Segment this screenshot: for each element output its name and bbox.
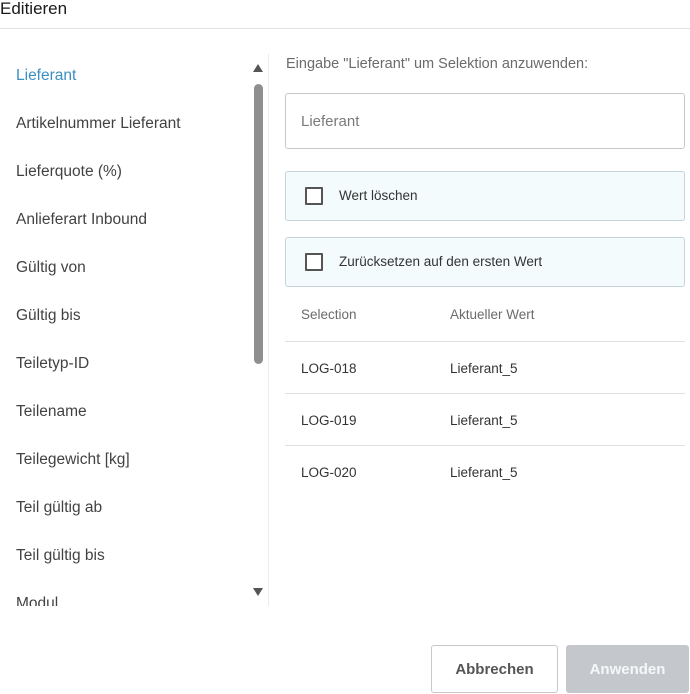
triangle-up-icon[interactable]	[253, 64, 263, 72]
field-item-teiletyp-id[interactable]: Teiletyp-ID	[16, 342, 246, 390]
table-row[interactable]: LOG-019 Lieferant_5	[285, 394, 685, 446]
checkbox-empty-icon[interactable]	[305, 187, 323, 205]
field-item-gueltig-bis[interactable]: Gültig bis	[16, 294, 246, 342]
selection-hint: Eingabe "Lieferant" um Selektion anzuwen…	[286, 56, 589, 72]
cell-current-value: Lieferant_5	[450, 465, 518, 480]
table-row[interactable]: LOG-020 Lieferant_5	[285, 446, 685, 498]
cancel-button[interactable]: Abbrechen	[431, 645, 558, 693]
field-item-gueltig-von[interactable]: Gültig von	[16, 246, 246, 294]
field-item-modul[interactable]: Modul	[16, 582, 246, 606]
lieferant-input-box[interactable]	[285, 93, 685, 149]
dialog-title: Editieren	[0, 0, 68, 18]
cell-selection: LOG-018	[301, 361, 357, 376]
reset-first-value-label: Zurücksetzen auf den ersten Wert	[339, 254, 543, 269]
field-item-anlieferart-inbound[interactable]: Anlieferart Inbound	[16, 198, 246, 246]
clear-value-option[interactable]: Wert löschen	[285, 171, 685, 221]
field-item-artikelnummer-lieferant[interactable]: Artikelnummer Lieferant	[16, 102, 246, 150]
scrollbar-thumb[interactable]	[254, 84, 263, 364]
field-item-lieferquote[interactable]: Lieferquote (%)	[16, 150, 246, 198]
field-item-lieferant[interactable]: Lieferant	[16, 54, 246, 102]
cell-current-value: Lieferant_5	[450, 361, 518, 376]
header-selection: Selection	[301, 307, 357, 322]
checkbox-empty-icon[interactable]	[305, 253, 323, 271]
lieferant-input[interactable]	[286, 94, 684, 148]
field-item-teilename[interactable]: Teilename	[16, 390, 246, 438]
field-item-teil-gueltig-bis[interactable]: Teil gültig bis	[16, 534, 246, 582]
table-row[interactable]: LOG-018 Lieferant_5	[285, 342, 685, 394]
title-divider	[0, 28, 690, 29]
cell-selection: LOG-019	[301, 413, 357, 428]
column-divider	[268, 54, 269, 606]
selection-table: Selection Aktueller Wert LOG-018 Liefera…	[285, 294, 685, 498]
table-header: Selection Aktueller Wert	[285, 294, 685, 342]
apply-button[interactable]: Anwenden	[566, 645, 689, 693]
reset-first-value-option[interactable]: Zurücksetzen auf den ersten Wert	[285, 237, 685, 287]
cell-current-value: Lieferant_5	[450, 413, 518, 428]
field-item-teil-gueltig-ab[interactable]: Teil gültig ab	[16, 486, 246, 534]
cell-selection: LOG-020	[301, 465, 357, 480]
field-list: Lieferant Artikelnummer Lieferant Liefer…	[16, 54, 246, 606]
triangle-down-icon[interactable]	[253, 588, 263, 596]
field-list-scrollbar[interactable]	[250, 54, 267, 606]
field-item-teilegewicht[interactable]: Teilegewicht [kg]	[16, 438, 246, 486]
field-list-container: Lieferant Artikelnummer Lieferant Liefer…	[0, 54, 268, 606]
header-current-value: Aktueller Wert	[450, 307, 535, 322]
clear-value-label: Wert löschen	[339, 188, 418, 203]
